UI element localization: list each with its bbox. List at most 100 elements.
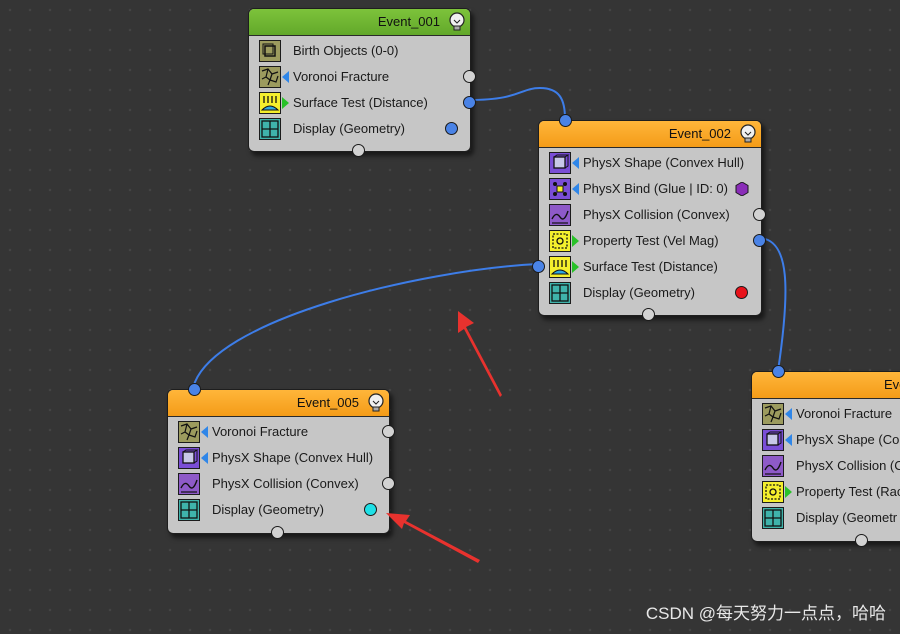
operator-label: PhysX Shape (Convex Hull) bbox=[583, 155, 745, 170]
operator-row[interactable]: Property Test (Vel Mag) bbox=[539, 228, 766, 254]
event-002-title: Event_002 bbox=[668, 126, 731, 141]
operator-row[interactable]: PhysX Bind (Glue | ID: 0) bbox=[539, 176, 761, 202]
operator-label: PhysX Bind (Glue | ID: 0) bbox=[583, 181, 728, 196]
event-002-header[interactable]: Event_002 bbox=[539, 121, 761, 148]
operator-row[interactable]: PhysX Collision (Convex) bbox=[539, 202, 766, 228]
input-indicator-icon bbox=[201, 426, 208, 438]
event-002-node[interactable]: Event_002 PhysX Shape (Convex Hull) Phys… bbox=[532, 114, 766, 321]
test-indicator-icon bbox=[572, 261, 579, 273]
input-indicator-icon bbox=[572, 183, 579, 195]
operator-row[interactable]: Voronoi Fracture bbox=[752, 401, 900, 427]
output-port[interactable] bbox=[382, 425, 395, 438]
physx-bind-icon bbox=[549, 178, 571, 200]
test-indicator-icon bbox=[785, 486, 792, 498]
wire-event001-to-event002 bbox=[468, 86, 566, 120]
input-indicator-icon bbox=[785, 434, 792, 446]
event-002-bottom-port[interactable] bbox=[642, 308, 655, 321]
event-005-bottom-port[interactable] bbox=[271, 526, 284, 539]
operator-label: Display (Geometry) bbox=[583, 285, 695, 300]
operator-row[interactable]: Display (Geometry) bbox=[249, 116, 470, 142]
operator-label: PhysX Collision (Convex) bbox=[212, 476, 359, 491]
operator-label: Surface Test (Distance) bbox=[293, 95, 428, 110]
operator-row[interactable]: Surface Test (Distance) bbox=[532, 254, 761, 280]
display-color-swatch[interactable] bbox=[445, 122, 458, 135]
operator-label: Property Test (Rac bbox=[796, 484, 900, 499]
display-color-swatch[interactable] bbox=[735, 286, 748, 299]
operator-row[interactable]: Voronoi Fracture bbox=[249, 64, 476, 90]
operator-row[interactable]: Voronoi Fracture bbox=[168, 419, 395, 445]
operator-label: Display (Geometry) bbox=[212, 502, 324, 517]
annotation-arrow-left bbox=[386, 513, 480, 563]
physx-shape-icon bbox=[762, 429, 784, 451]
lightbulb-icon[interactable] bbox=[448, 12, 466, 31]
operator-label: Voronoi Fracture bbox=[212, 424, 309, 439]
operator-row[interactable]: PhysX Shape (Cor bbox=[752, 427, 900, 453]
operator-label: Birth Objects (0-0) bbox=[293, 43, 399, 58]
event-001-node[interactable]: Event_001 Birth Objects (0-0) Voronoi Fr… bbox=[248, 8, 476, 157]
operator-row[interactable]: PhysX Shape (Convex Hull) bbox=[539, 150, 761, 176]
event-005-title: Event_005 bbox=[296, 395, 359, 410]
lightbulb-icon[interactable] bbox=[367, 393, 385, 412]
physx-shape-icon bbox=[178, 447, 200, 469]
output-port[interactable] bbox=[382, 477, 395, 490]
physx-collision-icon bbox=[549, 204, 571, 226]
physx-collision-icon bbox=[178, 473, 200, 495]
surface-test-icon bbox=[259, 92, 281, 114]
operator-row[interactable]: PhysX Shape (Convex Hull) bbox=[168, 445, 389, 471]
operator-label: PhysX Shape (Cor bbox=[796, 432, 900, 447]
operator-label: PhysX Collision (C bbox=[796, 458, 900, 473]
event-005-header[interactable]: Event_005 bbox=[168, 390, 389, 417]
output-port[interactable] bbox=[753, 234, 766, 247]
input-indicator-icon bbox=[282, 71, 289, 83]
operator-label: Display (Geometry) bbox=[293, 121, 405, 136]
event-001-title: Event_001 bbox=[377, 14, 440, 29]
operator-row[interactable]: Display (Geometr bbox=[752, 505, 900, 531]
input-indicator-icon bbox=[785, 408, 792, 420]
bind-port-icon[interactable] bbox=[735, 182, 749, 196]
surface-test-icon bbox=[549, 256, 571, 278]
event-005-node[interactable]: Event_005 Voronoi Fracture PhysX Shape (… bbox=[167, 383, 395, 539]
display-color-swatch[interactable] bbox=[364, 503, 377, 516]
operator-label: Display (Geometr bbox=[796, 510, 898, 525]
lightbulb-icon[interactable] bbox=[739, 124, 757, 143]
output-port[interactable] bbox=[463, 70, 476, 83]
test-indicator-icon bbox=[282, 97, 289, 109]
voronoi-fracture-icon bbox=[178, 421, 200, 443]
operator-row[interactable]: PhysX Collision (Convex) bbox=[168, 471, 395, 497]
operator-row[interactable]: Display (Geometry) bbox=[168, 497, 389, 523]
event-001-bottom-port[interactable] bbox=[352, 144, 365, 157]
birth-objects-icon bbox=[259, 40, 281, 62]
event-right-bottom-port[interactable] bbox=[855, 534, 868, 547]
property-test-icon bbox=[549, 230, 571, 252]
input-indicator-icon bbox=[572, 157, 579, 169]
operator-label: Surface Test (Distance) bbox=[583, 259, 718, 274]
event-002-input-port[interactable] bbox=[559, 114, 572, 127]
event-right-title: Eve bbox=[884, 377, 900, 392]
input-port[interactable] bbox=[532, 260, 545, 273]
operator-row[interactable]: Property Test (Rac bbox=[752, 479, 900, 505]
operator-row[interactable]: Surface Test (Distance) bbox=[249, 90, 476, 116]
operator-label: Voronoi Fracture bbox=[293, 69, 390, 84]
property-test-icon bbox=[762, 481, 784, 503]
display-geometry-icon bbox=[178, 499, 200, 521]
event-005-input-port[interactable] bbox=[188, 383, 201, 396]
test-indicator-icon bbox=[572, 235, 579, 247]
event-right-node[interactable]: Eve Voronoi Fracture PhysX Shape (Cor Ph… bbox=[751, 365, 900, 547]
physx-collision-icon bbox=[762, 455, 784, 477]
output-port[interactable] bbox=[753, 208, 766, 221]
output-port[interactable] bbox=[463, 96, 476, 109]
voronoi-fracture-icon bbox=[259, 66, 281, 88]
display-geometry-icon bbox=[549, 282, 571, 304]
input-indicator-icon bbox=[201, 452, 208, 464]
physx-shape-icon bbox=[549, 152, 571, 174]
operator-label: PhysX Collision (Convex) bbox=[583, 207, 730, 222]
display-geometry-icon bbox=[259, 118, 281, 140]
event-001-header[interactable]: Event_001 bbox=[249, 9, 470, 36]
operator-row[interactable]: Birth Objects (0-0) bbox=[249, 38, 470, 64]
operator-row[interactable]: Display (Geometry) bbox=[539, 280, 761, 306]
operator-label: Voronoi Fracture bbox=[796, 406, 893, 421]
operator-row[interactable]: PhysX Collision (C bbox=[752, 453, 900, 479]
operator-label: Property Test (Vel Mag) bbox=[583, 233, 719, 248]
display-geometry-icon bbox=[762, 507, 784, 529]
event-right-input-port[interactable] bbox=[772, 365, 785, 378]
